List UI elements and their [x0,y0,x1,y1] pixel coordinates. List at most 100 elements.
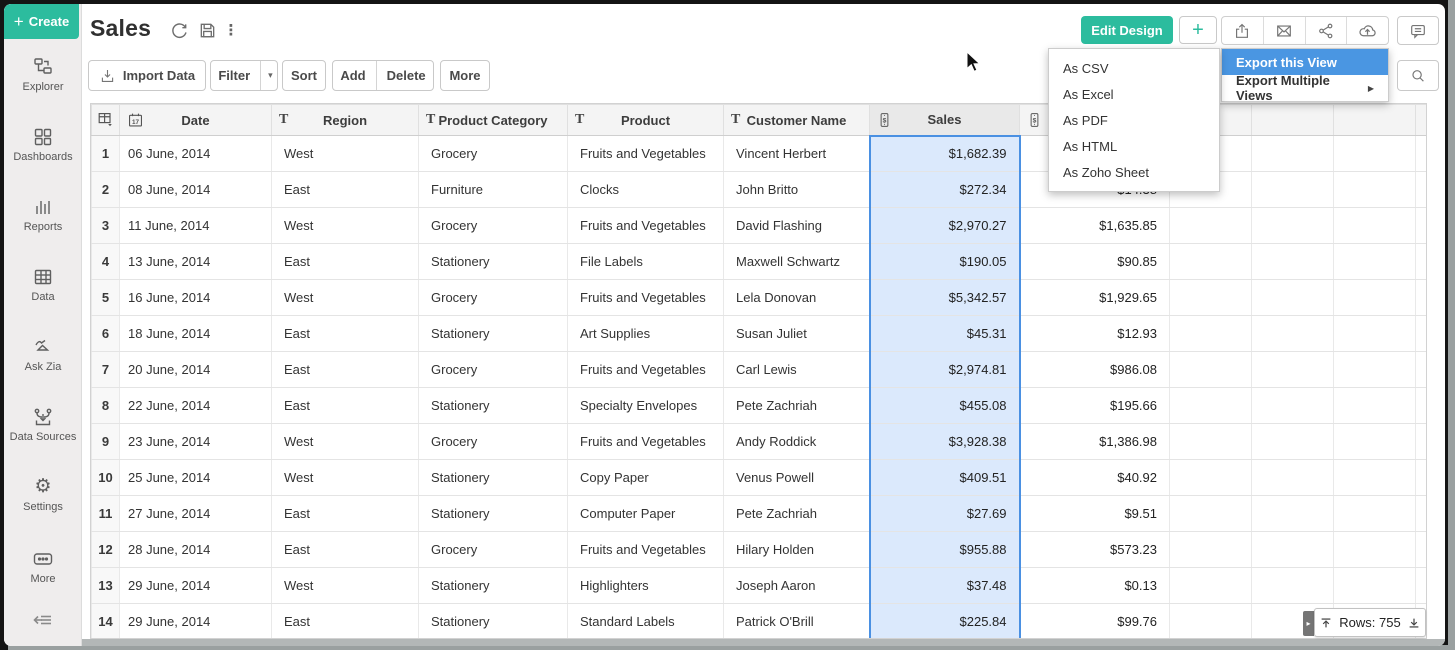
product-category-cell[interactable]: Grocery [419,136,568,172]
table-row[interactable]: 13 29 June, 2014 West Stationery Highlig… [92,568,1428,604]
empty-cell[interactable] [1334,172,1416,208]
region-cell[interactable]: East [272,172,419,208]
empty-cell[interactable] [1252,496,1334,532]
delete-button[interactable]: Delete [376,61,436,90]
menu-item-as-excel[interactable]: As Excel [1049,81,1219,107]
empty-cell[interactable] [1416,280,1428,316]
table-row[interactable]: 10 25 June, 2014 West Stationery Copy Pa… [92,460,1428,496]
date-cell[interactable]: 25 June, 2014 [120,460,272,496]
amount-cell[interactable]: $99.76 [1020,604,1170,640]
create-button[interactable]: + Create [4,4,79,39]
amount-cell[interactable]: $9.51 [1020,496,1170,532]
sidebar-item-data-sources[interactable]: Data Sources [4,406,82,443]
region-cell[interactable]: East [272,316,419,352]
empty-cell[interactable] [1252,136,1334,172]
table-row[interactable]: 3 11 June, 2014 West Grocery Fruits and … [92,208,1428,244]
customer-name-cell[interactable]: Lela Donovan [724,280,870,316]
share-button[interactable] [1306,17,1348,44]
menu-item-as-csv[interactable]: As CSV [1049,55,1219,81]
empty-cell[interactable] [1252,208,1334,244]
amount-cell[interactable]: $195.66 [1020,388,1170,424]
product-cell[interactable]: Copy Paper [568,460,724,496]
row-number-cell[interactable]: 9 [92,424,120,460]
empty-cell[interactable] [1170,424,1252,460]
amount-cell[interactable]: $90.85 [1020,244,1170,280]
empty-cell[interactable] [1416,244,1428,280]
empty-cell[interactable] [1170,352,1252,388]
empty-cell[interactable] [1334,460,1416,496]
product-cell[interactable]: Fruits and Vegetables [568,352,724,388]
empty-cell[interactable] [1334,496,1416,532]
sales-cell-selected[interactable]: $2,974.81 [870,352,1020,388]
row-number-cell[interactable]: 2 [92,172,120,208]
sidebar-item-dashboards[interactable]: Dashboards [4,126,82,163]
save-button[interactable] [196,19,218,41]
more-button[interactable]: More [440,60,490,91]
customer-name-cell[interactable]: Carl Lewis [724,352,870,388]
empty-cell[interactable] [1334,568,1416,604]
amount-cell[interactable]: $12.93 [1020,316,1170,352]
empty-cell[interactable] [1334,280,1416,316]
product-cell[interactable]: Standard Labels [568,604,724,640]
column-header-product-category[interactable]: T Product Category [419,105,568,136]
customer-name-cell[interactable]: Pete Zachriah [724,388,870,424]
region-cell[interactable]: West [272,424,419,460]
menu-item-as-html[interactable]: As HTML [1049,133,1219,159]
region-cell[interactable]: East [272,388,419,424]
row-number-cell[interactable]: 12 [92,532,120,568]
table-row[interactable]: 5 16 June, 2014 West Grocery Fruits and … [92,280,1428,316]
export-button[interactable] [1222,17,1264,44]
sales-cell-selected[interactable]: $45.31 [870,316,1020,352]
amount-cell[interactable]: $573.23 [1020,532,1170,568]
row-number-cell[interactable]: 7 [92,352,120,388]
column-header-product[interactable]: T Product [568,105,724,136]
sales-cell-selected[interactable]: $27.69 [870,496,1020,532]
empty-cell[interactable] [1416,316,1428,352]
product-category-cell[interactable]: Grocery [419,424,568,460]
column-header-sales[interactable]: $ Sales [870,105,1020,136]
empty-cell[interactable] [1170,604,1252,640]
empty-cell[interactable] [1416,136,1428,172]
row-number-cell[interactable]: 14 [92,604,120,640]
customer-name-cell[interactable]: Patrick O'Brill [724,604,870,640]
region-cell[interactable]: East [272,532,419,568]
date-cell[interactable]: 23 June, 2014 [120,424,272,460]
date-cell[interactable]: 08 June, 2014 [120,172,272,208]
amount-cell[interactable]: $1,929.65 [1020,280,1170,316]
region-cell[interactable]: West [272,208,419,244]
region-cell[interactable]: West [272,568,419,604]
empty-cell[interactable] [1416,460,1428,496]
product-category-cell[interactable]: Stationery [419,568,568,604]
customer-name-cell[interactable]: Andy Roddick [724,424,870,460]
column-header-region[interactable]: T Region [272,105,419,136]
menu-item-as-zoho-sheet[interactable]: As Zoho Sheet [1049,159,1219,185]
region-cell[interactable]: West [272,136,419,172]
region-cell[interactable]: East [272,604,419,640]
row-number-cell[interactable]: 5 [92,280,120,316]
empty-cell[interactable] [1170,244,1252,280]
date-cell[interactable]: 11 June, 2014 [120,208,272,244]
empty-cell[interactable] [1170,388,1252,424]
product-category-cell[interactable]: Stationery [419,604,568,640]
empty-cell[interactable] [1334,424,1416,460]
table-row[interactable]: 4 13 June, 2014 East Stationery File Lab… [92,244,1428,280]
row-number-cell[interactable]: 1 [92,136,120,172]
empty-cell[interactable] [1416,496,1428,532]
product-cell[interactable]: Highlighters [568,568,724,604]
region-cell[interactable]: East [272,352,419,388]
table-row[interactable]: 11 27 June, 2014 East Stationery Compute… [92,496,1428,532]
sales-cell-selected[interactable]: $225.84 [870,604,1020,640]
search-button[interactable] [1397,60,1439,91]
sidebar-item-settings[interactable]: ⚙ Settings [4,476,82,513]
amount-cell[interactable]: $1,635.85 [1020,208,1170,244]
collapse-sidebar-button[interactable] [4,609,82,631]
import-data-button[interactable]: Import Data [88,60,206,91]
empty-cell[interactable] [1170,568,1252,604]
sales-cell-selected[interactable]: $455.08 [870,388,1020,424]
region-cell[interactable]: West [272,460,419,496]
edit-design-button[interactable]: Edit Design [1081,16,1173,44]
customer-name-cell[interactable]: David Flashing [724,208,870,244]
date-cell[interactable]: 18 June, 2014 [120,316,272,352]
empty-cell[interactable] [1170,532,1252,568]
sidebar-item-reports[interactable]: Reports [4,196,82,233]
